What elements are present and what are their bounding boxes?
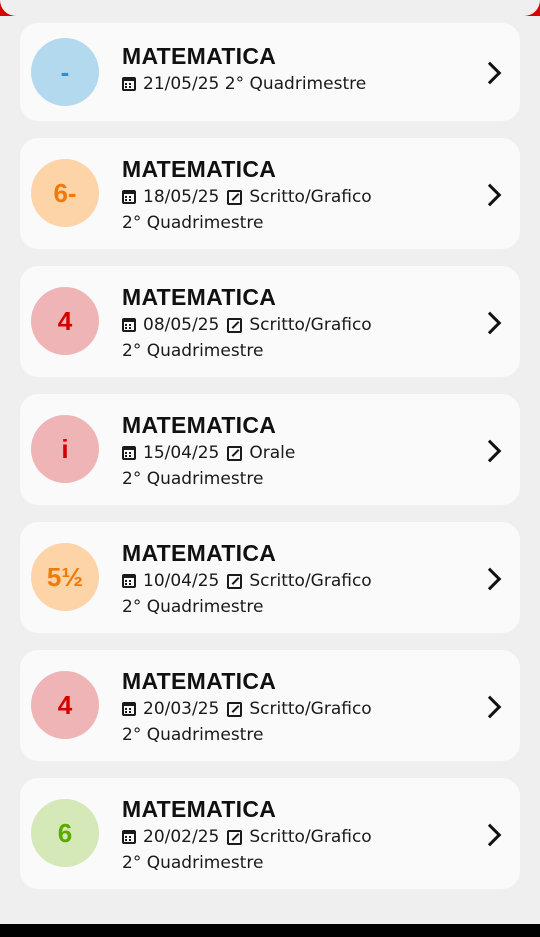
grade-type: Orale bbox=[249, 443, 296, 463]
grade-period: 2° Quadrimestre bbox=[224, 74, 367, 94]
subject-name: MATEMATICA bbox=[122, 668, 277, 694]
chevron-right-icon bbox=[478, 695, 502, 719]
calendar-icon bbox=[122, 830, 136, 844]
grade-card[interactable]: 4 MATEMATICA 08/05/25 Scritto/Grafico 2°… bbox=[20, 266, 520, 377]
grade-value: 5½ bbox=[46, 561, 84, 592]
window-corner-right bbox=[524, 0, 540, 16]
grade-badge: 4 bbox=[31, 671, 99, 739]
subject-name: MATEMATICA bbox=[122, 284, 277, 310]
chevron-right-icon bbox=[478, 61, 502, 85]
subject-name: MATEMATICA bbox=[122, 796, 277, 822]
grade-badge: 6- bbox=[31, 159, 99, 227]
grade-value: - bbox=[60, 56, 70, 87]
chevron-right-icon bbox=[478, 823, 502, 847]
grade-value: 4 bbox=[57, 305, 73, 336]
chevron-right-icon bbox=[478, 183, 502, 207]
grade-badge: - bbox=[31, 38, 99, 106]
grade-period: 2° Quadrimestre bbox=[122, 725, 264, 745]
grade-date: 10/04/25 bbox=[143, 571, 220, 591]
grade-card[interactable]: - MATEMATICA 21/05/25 2° Quadrimestre bbox=[20, 23, 520, 121]
grade-value: 6 bbox=[57, 817, 73, 848]
grade-card[interactable]: 6- MATEMATICA 18/05/25 Scritto/Grafico 2… bbox=[20, 138, 520, 249]
grade-card[interactable]: 6 MATEMATICA 20/02/25 Scritto/Grafico 2°… bbox=[20, 778, 520, 889]
grade-type: Scritto/Grafico bbox=[249, 187, 372, 207]
grade-date: 08/05/25 bbox=[143, 315, 220, 335]
chevron-right-icon bbox=[478, 311, 502, 335]
grade-date: 20/02/25 bbox=[143, 827, 220, 847]
grade-value: 6- bbox=[53, 177, 77, 208]
grade-card[interactable]: 4 MATEMATICA 20/03/25 Scritto/Grafico 2°… bbox=[20, 650, 520, 761]
grade-card[interactable]: i MATEMATICA 15/04/25 Orale 2° Quadrimes… bbox=[20, 394, 520, 505]
grade-card[interactable]: 5½ MATEMATICA 10/04/25 Scritto/Grafico 2… bbox=[20, 522, 520, 633]
chevron-right-icon bbox=[478, 439, 502, 463]
grade-date: 18/05/25 bbox=[143, 187, 220, 207]
calendar-icon bbox=[122, 574, 136, 588]
grade-badge: 6 bbox=[31, 799, 99, 867]
grade-meta: 20/02/25 Scritto/Grafico bbox=[122, 824, 460, 850]
edit-icon bbox=[227, 317, 243, 333]
grade-meta: 15/04/25 Orale bbox=[122, 440, 460, 466]
subject-name: MATEMATICA bbox=[122, 412, 277, 438]
grade-badge: i bbox=[31, 415, 99, 483]
grade-date: 15/04/25 bbox=[143, 443, 220, 463]
grade-period: 2° Quadrimestre bbox=[122, 853, 264, 873]
grade-meta: 20/03/25 Scritto/Grafico bbox=[122, 696, 460, 722]
grade-period: 2° Quadrimestre bbox=[122, 341, 264, 361]
subject-name: MATEMATICA bbox=[122, 156, 277, 182]
edit-icon bbox=[227, 829, 243, 845]
calendar-icon bbox=[122, 318, 136, 332]
grade-meta: 08/05/25 Scritto/Grafico bbox=[122, 312, 460, 338]
calendar-icon bbox=[122, 77, 136, 91]
grade-badge: 4 bbox=[31, 287, 99, 355]
grade-type: Scritto/Grafico bbox=[249, 699, 372, 719]
grade-type: Scritto/Grafico bbox=[249, 827, 372, 847]
edit-icon bbox=[227, 189, 243, 205]
edit-icon bbox=[227, 573, 243, 589]
grade-value: 4 bbox=[57, 689, 73, 720]
calendar-icon bbox=[122, 190, 136, 204]
grade-meta: 18/05/25 Scritto/Grafico bbox=[122, 184, 460, 210]
grades-screen: - MATEMATICA 21/05/25 2° Quadrimestre 6-… bbox=[0, 0, 540, 924]
edit-icon bbox=[227, 701, 243, 717]
calendar-icon bbox=[122, 446, 136, 460]
grade-period: 2° Quadrimestre bbox=[122, 469, 264, 489]
chevron-right-icon bbox=[478, 567, 502, 591]
grade-meta: 21/05/25 2° Quadrimestre bbox=[122, 71, 460, 97]
edit-icon bbox=[227, 445, 243, 461]
grade-meta: 10/04/25 Scritto/Grafico bbox=[122, 568, 460, 594]
grade-type: Scritto/Grafico bbox=[249, 571, 372, 591]
grade-type: Scritto/Grafico bbox=[249, 315, 372, 335]
grade-value: i bbox=[61, 433, 69, 464]
subject-name: MATEMATICA bbox=[122, 43, 277, 69]
grade-period: 2° Quadrimestre bbox=[122, 213, 264, 233]
grade-badge: 5½ bbox=[31, 543, 99, 611]
grade-date: 20/03/25 bbox=[143, 699, 220, 719]
grade-period: 2° Quadrimestre bbox=[122, 597, 264, 617]
window-corner-left bbox=[0, 0, 16, 16]
calendar-icon bbox=[122, 702, 136, 716]
subject-name: MATEMATICA bbox=[122, 540, 277, 566]
grade-date: 21/05/25 bbox=[143, 74, 220, 94]
